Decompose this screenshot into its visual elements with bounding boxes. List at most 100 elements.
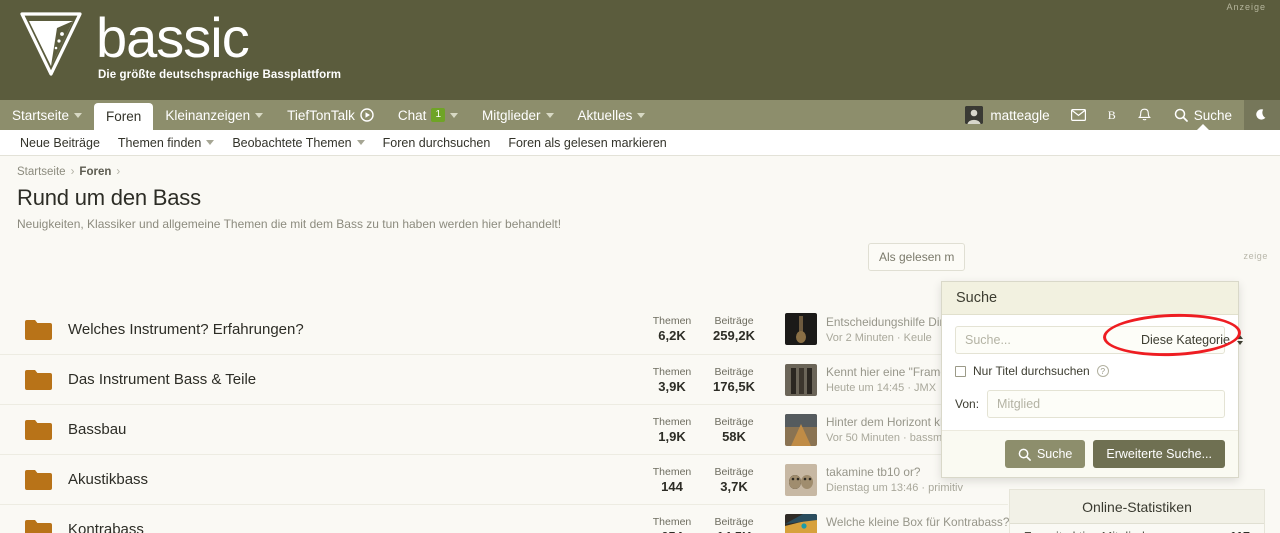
messages-label: Beiträge xyxy=(714,465,754,478)
nav-item-mitglieder[interactable]: Mitglieder xyxy=(470,100,566,130)
chevron-down-icon xyxy=(74,112,83,118)
folder-icon xyxy=(25,319,52,340)
page-body: Startseite › Foren › Rund um den Bass Ne… xyxy=(0,156,1280,533)
forum-list: Welches Instrument? Erfahrungen? Themen … xyxy=(0,304,1018,533)
folder-icon xyxy=(25,520,52,533)
table-row[interactable]: Welches Instrument? Erfahrungen? Themen … xyxy=(0,304,1008,354)
subnav-label: Foren durchsuchen xyxy=(382,135,491,150)
nav-item-foren[interactable]: Foren xyxy=(94,103,154,130)
forum-name-link[interactable]: Bassbau xyxy=(68,421,126,438)
thread-thumbnail[interactable] xyxy=(785,463,817,496)
chevron-down-icon xyxy=(545,112,554,118)
breadcrumb-item-startseite[interactable]: Startseite xyxy=(17,166,66,178)
messages-label: Beiträge xyxy=(714,415,754,428)
chevron-down-icon xyxy=(637,112,646,118)
threads-label: Themen xyxy=(652,465,692,478)
search-submit-button[interactable]: Suche xyxy=(1004,440,1086,468)
nav-label: Kleinanzeigen xyxy=(165,107,251,123)
last-post: Welche kleine Box für Kontrabass? Heute … xyxy=(785,513,1009,533)
search-panel-pointer xyxy=(1195,124,1210,131)
table-row[interactable]: Kontrabass Themen 654 Beiträge 14,5K xyxy=(0,504,1009,533)
thread-thumbnail[interactable] xyxy=(785,413,817,446)
search-toggle-button[interactable]: Suche xyxy=(1162,100,1244,131)
thread-thumbnail[interactable] xyxy=(785,363,817,396)
breadcrumb-item-foren[interactable]: Foren xyxy=(79,166,111,178)
title-only-checkbox[interactable] xyxy=(955,365,966,377)
breadcrumb-separator: › xyxy=(116,166,121,178)
nav-item-aktuelles[interactable]: Aktuelles xyxy=(566,100,658,130)
forum-name-link[interactable]: Welches Instrument? Erfahrungen? xyxy=(68,321,304,338)
mark-read-button[interactable]: Als gelesen m xyxy=(868,243,966,271)
logo-wordmark: bassic xyxy=(96,6,250,69)
bookmarks-button[interactable]: B xyxy=(1097,100,1127,130)
site-logo[interactable]: bassic Die größte deutschsprachige Bassp… xyxy=(16,8,341,81)
threads-value: 6,2K xyxy=(658,328,686,343)
ad-label-side: zeige xyxy=(1243,251,1268,261)
nav-item-chat[interactable]: Chat 1 xyxy=(386,100,470,130)
subnav-item-neue-beitraege[interactable]: Neue Beiträge xyxy=(11,136,109,150)
nav-item-startseite[interactable]: Startseite xyxy=(0,100,94,130)
messages-value: 14,5K xyxy=(712,529,756,533)
main-navigation: Startseite Foren Kleinanzeigen TiefTonTa… xyxy=(0,100,1280,131)
magnifier-icon xyxy=(1174,108,1188,122)
subnav-label: Foren als gelesen markieren xyxy=(508,135,667,150)
chevron-down-icon xyxy=(255,112,264,118)
nav-label: Aktuelles xyxy=(577,107,633,123)
forum-name-link[interactable]: Kontrabass xyxy=(68,521,144,533)
messages-value: 176,5K xyxy=(713,378,755,394)
search-submit-label: Suche xyxy=(1036,447,1073,461)
subnav-item-foren-durchsuchen[interactable]: Foren durchsuchen xyxy=(374,136,500,150)
threads-label: Themen xyxy=(652,365,692,378)
threads-label: Themen xyxy=(652,415,692,428)
subnav-item-themen-finden[interactable]: Themen finden xyxy=(109,136,223,150)
subnav-item-foren-als-gelesen-markieren[interactable]: Foren als gelesen markieren xyxy=(499,136,675,150)
search-toggle-label: Suche xyxy=(1193,107,1232,123)
messages-stat: Beiträge 58K xyxy=(712,416,756,444)
search-panel-body: Diese Kategorie Nur Titel durchsuchen ? … xyxy=(942,315,1243,418)
help-icon[interactable]: ? xyxy=(1096,365,1109,377)
search-category-select[interactable]: Diese Kategorie xyxy=(1135,333,1252,347)
threads-stat: Themen 144 xyxy=(650,466,694,494)
title-only-row: Nur Titel durchsuchen ? xyxy=(955,364,1225,378)
inbox-button[interactable] xyxy=(1060,100,1097,130)
forum-name-link[interactable]: Akustikbass xyxy=(68,471,148,488)
forum-name-link[interactable]: Das Instrument Bass & Teile xyxy=(68,371,256,388)
search-panel-heading: Suche xyxy=(942,282,1238,315)
table-row[interactable]: Bassbau Themen 1,9K Beiträge 58K Hinter … xyxy=(0,404,1012,454)
user-menu-button[interactable]: matteagle xyxy=(957,100,1059,130)
from-member-input[interactable] xyxy=(987,390,1225,418)
advanced-search-button[interactable]: Erweiterte Suche... xyxy=(1093,440,1225,468)
threads-value: 144 xyxy=(661,478,683,494)
subnav-item-beobachtete-themen[interactable]: Beobachtete Themen xyxy=(223,136,373,150)
magnifier-icon xyxy=(1018,448,1031,461)
search-input[interactable] xyxy=(956,333,1135,347)
threads-value: 1,9K xyxy=(658,428,686,444)
thread-thumbnail[interactable] xyxy=(785,513,817,533)
nav-label: TiefTonTalk xyxy=(287,107,355,123)
nav-right-group: matteagle B Suche xyxy=(957,100,1280,131)
theme-toggle-button[interactable] xyxy=(1244,100,1280,130)
threads-stat: Themen 6,2K xyxy=(650,315,694,343)
nav-item-kleinanzeigen[interactable]: Kleinanzeigen xyxy=(153,100,275,130)
nav-item-tieftontalk[interactable]: TiefTonTalk xyxy=(275,100,386,130)
page-description: Neuigkeiten, Klassiker und allgemeine Th… xyxy=(17,217,562,231)
threads-stat: Themen 1,9K xyxy=(650,416,694,444)
forum-stats: Themen 3,9K Beiträge 176,5K xyxy=(650,366,756,394)
folder-icon xyxy=(25,370,52,390)
messages-value: 3,7K xyxy=(720,478,748,494)
alerts-button[interactable] xyxy=(1127,100,1162,130)
thread-thumbnail[interactable] xyxy=(785,313,817,345)
messages-stat: Beiträge 259,2K xyxy=(712,315,756,343)
site-header: Anzeige bassic Die größte deutschsprachi… xyxy=(0,0,1280,100)
subnav-label: Beobachtete Themen xyxy=(232,135,352,150)
messages-stat: Beiträge 176,5K xyxy=(712,366,756,394)
play-circle-icon xyxy=(360,108,374,122)
table-row[interactable]: Akustikbass Themen 144 Beiträge 3,7K tak… xyxy=(0,454,1008,504)
messages-label: Beiträge xyxy=(714,515,754,528)
online-statistics-title: Online-Statistiken xyxy=(1010,490,1264,524)
thread-title-link[interactable]: Welche kleine Box für Kontrabass? xyxy=(826,515,1009,529)
nav-label: Chat xyxy=(397,107,427,123)
table-row[interactable]: Das Instrument Bass & Teile Themen 3,9K … xyxy=(0,354,1018,404)
from-member-row: Von: xyxy=(955,390,1225,418)
forum-stats: Themen 6,2K Beiträge 259,2K xyxy=(650,315,756,343)
